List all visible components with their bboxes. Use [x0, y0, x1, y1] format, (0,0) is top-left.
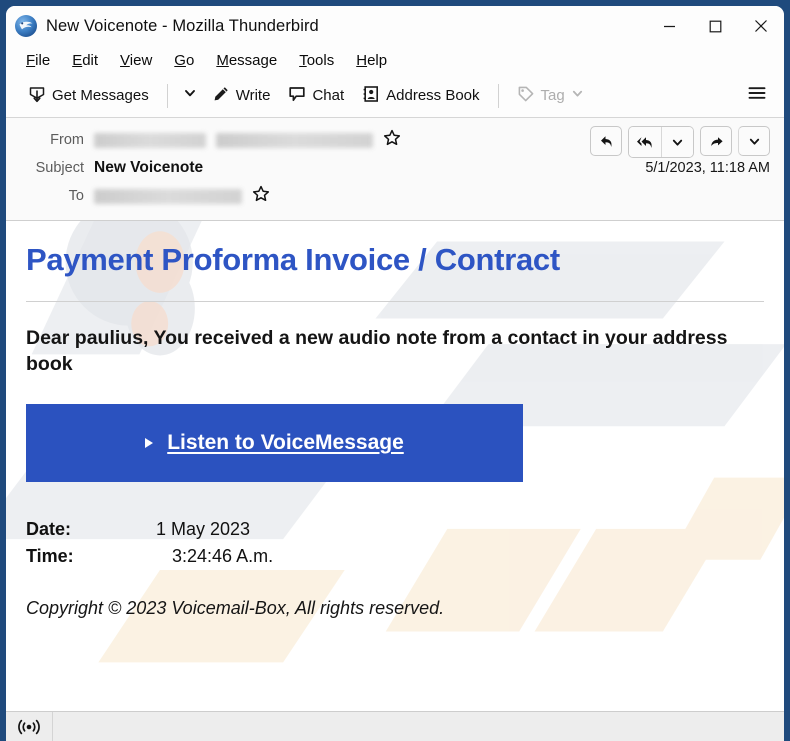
chat-button[interactable]: Chat	[280, 80, 352, 112]
message-action-buttons	[590, 126, 770, 158]
titlebar: New Voicenote - Mozilla Thunderbird	[6, 6, 784, 46]
menu-go[interactable]: Go	[164, 50, 204, 71]
menu-help[interactable]: Help	[346, 50, 397, 71]
mail-heading: Payment Proforma Invoice / Contract	[26, 242, 560, 277]
window-title: New Voicenote - Mozilla Thunderbird	[46, 16, 319, 35]
star-outline-icon[interactable]	[383, 129, 401, 151]
time-value: 3:24:46 A.m.	[172, 545, 274, 566]
header-row-subject: Subject New Voicenote 5/1/2023, 11:18 AM	[20, 154, 770, 182]
date-label: Date:	[26, 518, 72, 539]
date-row: Date: 1 May 2023	[26, 516, 764, 543]
reply-all-button[interactable]	[629, 127, 661, 157]
menu-help-rest: elp	[367, 51, 388, 69]
minimize-button[interactable]	[646, 6, 692, 46]
get-messages-dropdown[interactable]	[178, 80, 202, 111]
window-controls	[646, 6, 784, 46]
from-redacted-address	[216, 132, 373, 148]
play-triangle-icon	[145, 437, 154, 448]
tag-icon	[517, 85, 535, 107]
menu-message-rest: essage	[228, 51, 278, 69]
message-header: From Subject New Voicenote 5/1/2023, 11:…	[6, 118, 784, 221]
reply-button[interactable]	[590, 126, 622, 156]
close-button[interactable]	[738, 6, 784, 46]
message-date: 5/1/2023, 11:18 AM	[645, 160, 770, 176]
broadcast-online-icon[interactable]	[6, 718, 52, 736]
reply-dropdown-button[interactable]	[661, 127, 693, 157]
write-button[interactable]: Write	[204, 80, 279, 112]
mail-content: Payment Proforma Invoice / Contract Dear…	[26, 242, 764, 619]
time-label: Time:	[26, 545, 74, 566]
to-redacted-address	[94, 188, 242, 204]
menu-view[interactable]: View	[110, 50, 162, 71]
more-actions-button[interactable]	[738, 126, 770, 156]
get-messages-button[interactable]: Get Messages	[20, 80, 157, 112]
copyright-notice: Copyright © 2023 Voicemail-Box, All righ…	[26, 597, 445, 618]
menu-go-rest: o	[185, 51, 195, 69]
chevron-down-icon	[571, 87, 584, 104]
forward-button[interactable]	[700, 126, 732, 156]
from-redacted-name	[94, 132, 206, 148]
toolbar: Get Messages Write Chat Address Book Tag	[6, 74, 784, 118]
subject-value: New Voicenote	[94, 159, 204, 176]
menu-tools[interactable]: Tools	[289, 50, 344, 71]
hamburger-menu-icon	[747, 84, 767, 107]
tag-button[interactable]: Tag	[509, 80, 592, 112]
from-value[interactable]	[94, 129, 401, 151]
menu-edit[interactable]: Edit	[62, 50, 108, 71]
menu-file[interactable]: File	[16, 50, 60, 71]
message-body: Payment Proforma Invoice / Contract Dear…	[6, 221, 784, 711]
star-outline-icon[interactable]	[252, 185, 270, 207]
download-inbox-icon	[28, 85, 46, 107]
menu-message[interactable]: Message	[206, 50, 287, 71]
contact-card-icon	[362, 85, 380, 107]
app-menu-button[interactable]	[742, 78, 772, 113]
chevron-down-icon	[183, 86, 197, 105]
get-messages-label: Get Messages	[52, 87, 149, 104]
speech-bubble-icon	[288, 85, 306, 107]
mail-greeting: Dear paulius, You received a new audio n…	[26, 327, 728, 376]
reply-all-group	[628, 126, 694, 158]
subject-label: Subject	[35, 160, 84, 176]
address-book-label: Address Book	[386, 87, 480, 104]
menu-edit-rest: dit	[82, 51, 99, 69]
write-label: Write	[235, 87, 271, 104]
date-value: 1 May 2023	[156, 518, 251, 539]
listen-button-label: Listen to VoiceMessage	[167, 430, 404, 454]
thunderbird-logo-icon	[14, 14, 38, 38]
from-label: From	[50, 132, 84, 148]
menu-view-rest: iew	[129, 51, 153, 69]
thunderbird-window: New Voicenote - Mozilla Thunderbird File…	[6, 6, 784, 741]
menu-tools-rest: ools	[306, 51, 335, 69]
statusbar-divider	[52, 711, 53, 741]
datetime-block: Date: 1 May 2023 Time: 3:24:46 A.m.	[26, 516, 764, 570]
mail-divider	[26, 301, 764, 303]
header-row-to: To	[20, 182, 770, 210]
address-book-button[interactable]: Address Book	[354, 80, 487, 112]
maximize-button[interactable]	[692, 6, 738, 46]
to-value[interactable]	[94, 185, 270, 207]
menu-file-rest: ile	[35, 51, 51, 69]
window-frame: New Voicenote - Mozilla Thunderbird File…	[0, 0, 790, 741]
toolbar-divider-2	[497, 83, 499, 108]
pencil-icon	[212, 85, 230, 107]
menubar: File Edit View Go Message Tools Help	[6, 46, 784, 74]
listen-to-voicemessage-button[interactable]: Listen to VoiceMessage	[26, 403, 523, 482]
time-row: Time: 3:24:46 A.m.	[26, 543, 764, 570]
to-label: To	[68, 188, 84, 204]
chat-label: Chat	[312, 87, 345, 104]
tag-label: Tag	[540, 87, 565, 104]
listen-button-inner: Listen to VoiceMessage	[26, 431, 523, 455]
statusbar	[6, 711, 784, 741]
toolbar-divider-1	[166, 83, 168, 108]
